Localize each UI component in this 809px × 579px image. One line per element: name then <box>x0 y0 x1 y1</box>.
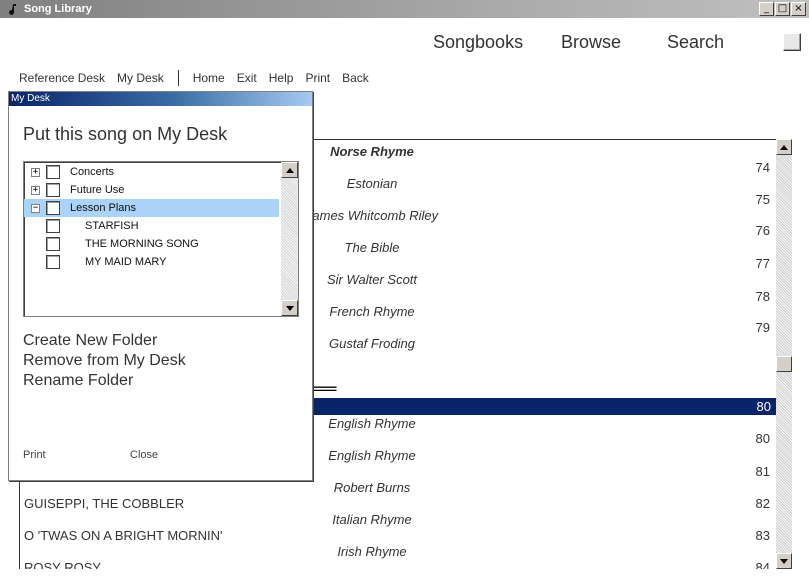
song-label: MY MAID MARY <box>85 256 167 268</box>
scroll-thumb[interactable] <box>776 356 792 372</box>
folder-tree-scrollbar[interactable] <box>281 162 298 316</box>
sub-nav: Reference Desk My Desk Home Exit Help Pr… <box>19 70 381 86</box>
arrow-up-icon <box>285 167 294 173</box>
song-page-number: 82 <box>755 496 770 511</box>
song-checkbox[interactable] <box>46 255 60 269</box>
subnav-print[interactable]: Print <box>305 71 330 85</box>
tree-scroll-down-button[interactable] <box>281 300 298 316</box>
song-library-app-icon <box>6 2 20 16</box>
song-page-number: 77 <box>755 256 770 271</box>
folder-future-use[interactable]: + Future Use <box>24 181 279 199</box>
song-page-number: 76 <box>755 223 770 238</box>
subnav-divider <box>177 70 179 86</box>
arrow-down-icon <box>780 558 788 564</box>
song-label: STARFISH <box>85 220 139 232</box>
song-page-number: 79 <box>755 320 770 335</box>
song-author: The Bible <box>344 240 400 255</box>
song-author: Robert Burns <box>333 480 411 495</box>
song-page-number: 83 <box>755 528 770 543</box>
folder-concerts[interactable]: + Concerts <box>24 163 279 181</box>
song-checkbox[interactable] <box>46 219 60 233</box>
expand-icon[interactable]: + <box>31 168 40 177</box>
nav-search[interactable]: Search <box>667 32 724 53</box>
folder-tree[interactable]: + Concerts + Future Use − Lesson Plans S… <box>23 161 299 317</box>
subnav-my-desk[interactable]: My Desk <box>117 71 164 85</box>
tree-scroll-up-button[interactable] <box>281 162 298 178</box>
window-titlebar: Song Library _ □ × <box>0 0 809 18</box>
song-title[interactable]: GUISEPPI, THE COBBLER <box>24 496 184 511</box>
song-author: Sir Walter Scott <box>326 272 418 287</box>
folder-lesson-plans[interactable]: − Lesson Plans <box>24 199 279 217</box>
desk-close-button[interactable]: Close <box>130 449 158 461</box>
collapse-icon[interactable]: − <box>31 204 40 213</box>
song-author: Irish Rhyme <box>337 544 407 559</box>
song-label: THE MORNING SONG <box>85 238 199 250</box>
song-page-number: 81 <box>755 464 770 479</box>
close-window-button[interactable]: × <box>791 2 806 16</box>
subnav-home[interactable]: Home <box>193 71 225 85</box>
folder-checkbox[interactable] <box>46 183 60 197</box>
arrow-up-icon <box>780 144 788 150</box>
subnav-back[interactable]: Back <box>342 71 369 85</box>
window-title: Song Library <box>24 3 92 15</box>
song-author: James Whitcomb Riley <box>305 208 439 223</box>
rename-folder-link[interactable]: Rename Folder <box>23 372 133 390</box>
remove-from-desk-link[interactable]: Remove from My Desk <box>23 352 186 370</box>
folder-label: Future Use <box>70 184 125 196</box>
song-title[interactable]: O 'TWAS ON A BRIGHT MORNIN' <box>24 528 223 543</box>
song-page-number: 78 <box>755 289 770 304</box>
my-desk-heading: Put this song on My Desk <box>23 124 228 144</box>
my-desk-dialog: My Desk Put this song on My Desk + Conce… <box>8 91 313 481</box>
expand-icon[interactable]: + <box>31 186 40 195</box>
song-author: Gustaf Froding <box>329 336 415 351</box>
song-author: French Rhyme <box>329 304 415 319</box>
song-author: Italian Rhyme <box>332 512 412 527</box>
song-page-number: 84 <box>755 560 770 569</box>
top-nav: Songbooks Browse Search <box>0 30 809 56</box>
subnav-help[interactable]: Help <box>269 71 294 85</box>
maximize-button[interactable]: □ <box>775 2 790 16</box>
scroll-up-button[interactable] <box>776 139 792 155</box>
subnav-reference-desk[interactable]: Reference Desk <box>19 71 105 85</box>
song-author: English Rhyme <box>328 416 416 431</box>
arrow-down-icon <box>285 305 294 311</box>
subnav-exit[interactable]: Exit <box>237 71 257 85</box>
scroll-down-button[interactable] <box>776 553 792 569</box>
song-author: English Rhyme <box>328 448 416 463</box>
my-desk-titlebar: My Desk <box>9 92 312 106</box>
song-title[interactable]: ROSY ROSY <box>24 560 101 569</box>
folder-checkbox[interactable] <box>46 165 60 179</box>
song-author: Estonian <box>346 176 398 191</box>
create-folder-link[interactable]: Create New Folder <box>23 332 157 350</box>
folder-label: Lesson Plans <box>70 202 137 214</box>
nav-songbooks[interactable]: Songbooks <box>433 32 523 53</box>
song-author: Norse Rhyme <box>330 144 414 159</box>
song-list-scrollbar[interactable] <box>776 139 792 569</box>
song-checkbox[interactable] <box>46 237 60 251</box>
folder-label: Concerts <box>70 166 115 178</box>
nav-browse[interactable]: Browse <box>561 32 621 53</box>
folder-checkbox[interactable] <box>46 201 60 215</box>
song-page-number: 75 <box>755 192 770 207</box>
song-page-number: 80 <box>756 399 771 414</box>
song-page-number: 74 <box>755 160 770 175</box>
section-divider: ==== <box>312 382 337 396</box>
minimize-button[interactable]: _ <box>759 2 774 16</box>
song-item-morning-song[interactable]: THE MORNING SONG <box>24 235 279 253</box>
song-item-my-maid-mary[interactable]: MY MAID MARY <box>24 253 279 271</box>
desk-print-button[interactable]: Print <box>23 449 46 461</box>
square-toggle-button[interactable] <box>783 33 801 51</box>
song-item-starfish[interactable]: STARFISH <box>24 217 279 235</box>
song-page-number: 80 <box>755 431 770 446</box>
